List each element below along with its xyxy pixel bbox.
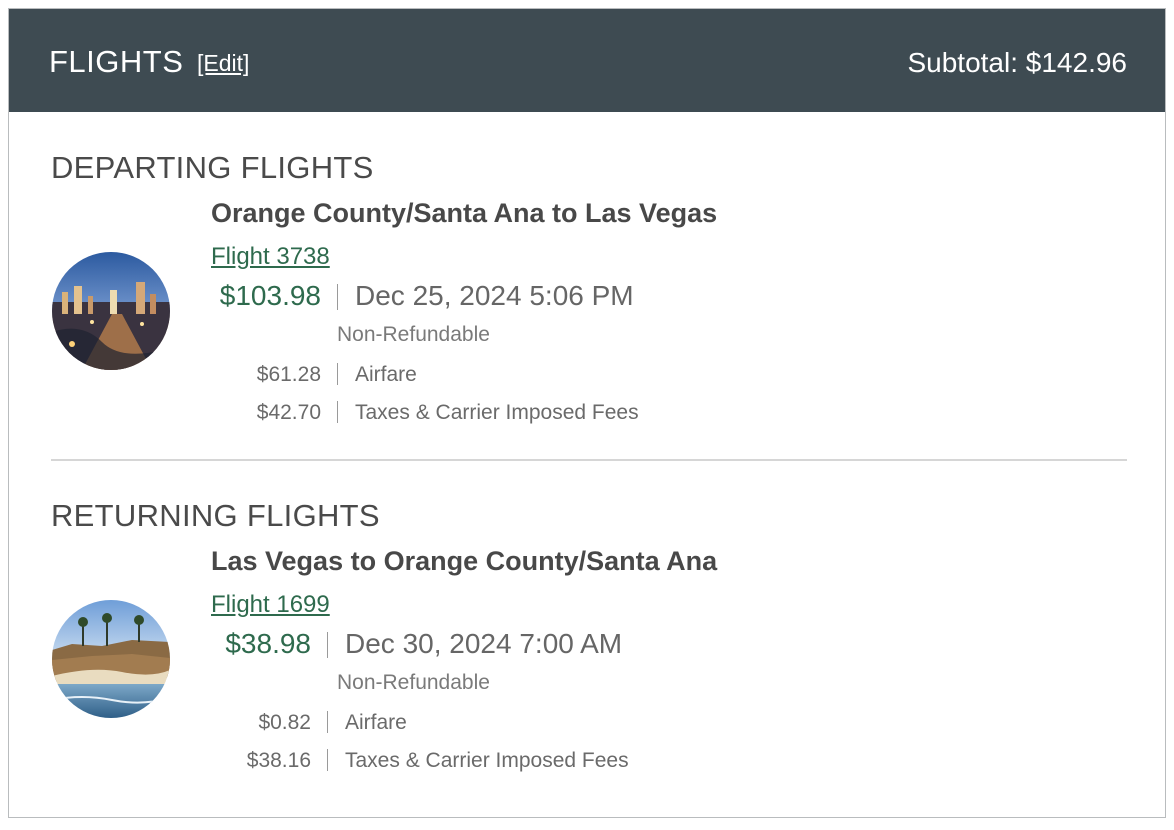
returning-airfare-label: Airfare bbox=[345, 711, 407, 734]
returning-section-title: RETURNING FLIGHTS bbox=[51, 498, 380, 533]
returning-fare-note: Non-Refundable bbox=[337, 671, 490, 694]
returning-taxes-label: Taxes & Carrier Imposed Fees bbox=[345, 749, 629, 772]
las-vegas-destination-image bbox=[52, 252, 170, 370]
departing-flight-link[interactable]: Flight 3738 bbox=[211, 245, 330, 269]
returning-airfare-amount: $0.82 bbox=[258, 711, 311, 734]
separator bbox=[337, 284, 338, 310]
returning-price: $38.98 bbox=[225, 628, 311, 659]
returning-taxes-amount: $38.16 bbox=[246, 749, 311, 772]
header-title: FLIGHTS bbox=[49, 44, 184, 79]
separator bbox=[327, 711, 328, 733]
separator bbox=[337, 363, 338, 385]
orange-county-destination-image bbox=[52, 600, 170, 718]
departing-taxes-label: Taxes & Carrier Imposed Fees bbox=[355, 401, 639, 424]
subtotal-label: Subtotal: $142.96 bbox=[907, 47, 1127, 78]
departing-section-title: DEPARTING FLIGHTS bbox=[51, 150, 374, 185]
departing-route: Orange County/Santa Ana to Las Vegas bbox=[211, 198, 718, 228]
flights-summary-panel: FLIGHTS [Edit] Subtotal: $142.96 DEPARTI… bbox=[8, 8, 1166, 818]
departing-airfare-amount: $61.28 bbox=[256, 363, 321, 386]
departing-taxes-amount: $42.70 bbox=[256, 401, 321, 424]
departing-datetime: Dec 25, 2024 5:06 PM bbox=[355, 280, 634, 311]
section-divider bbox=[51, 459, 1127, 461]
returning-flight-link[interactable]: Flight 1699 bbox=[211, 593, 330, 617]
departing-fare-note: Non-Refundable bbox=[337, 323, 490, 346]
departing-price: $103.98 bbox=[219, 280, 321, 311]
departing-airfare-label: Airfare bbox=[355, 363, 417, 386]
separator bbox=[327, 749, 328, 771]
returning-datetime: Dec 30, 2024 7:00 AM bbox=[345, 628, 623, 659]
flights-header: FLIGHTS [Edit] Subtotal: $142.96 bbox=[9, 9, 1165, 112]
separator bbox=[337, 401, 338, 423]
edit-link[interactable]: [Edit] bbox=[197, 52, 249, 75]
separator bbox=[327, 632, 328, 658]
returning-route: Las Vegas to Orange County/Santa Ana bbox=[211, 546, 718, 576]
